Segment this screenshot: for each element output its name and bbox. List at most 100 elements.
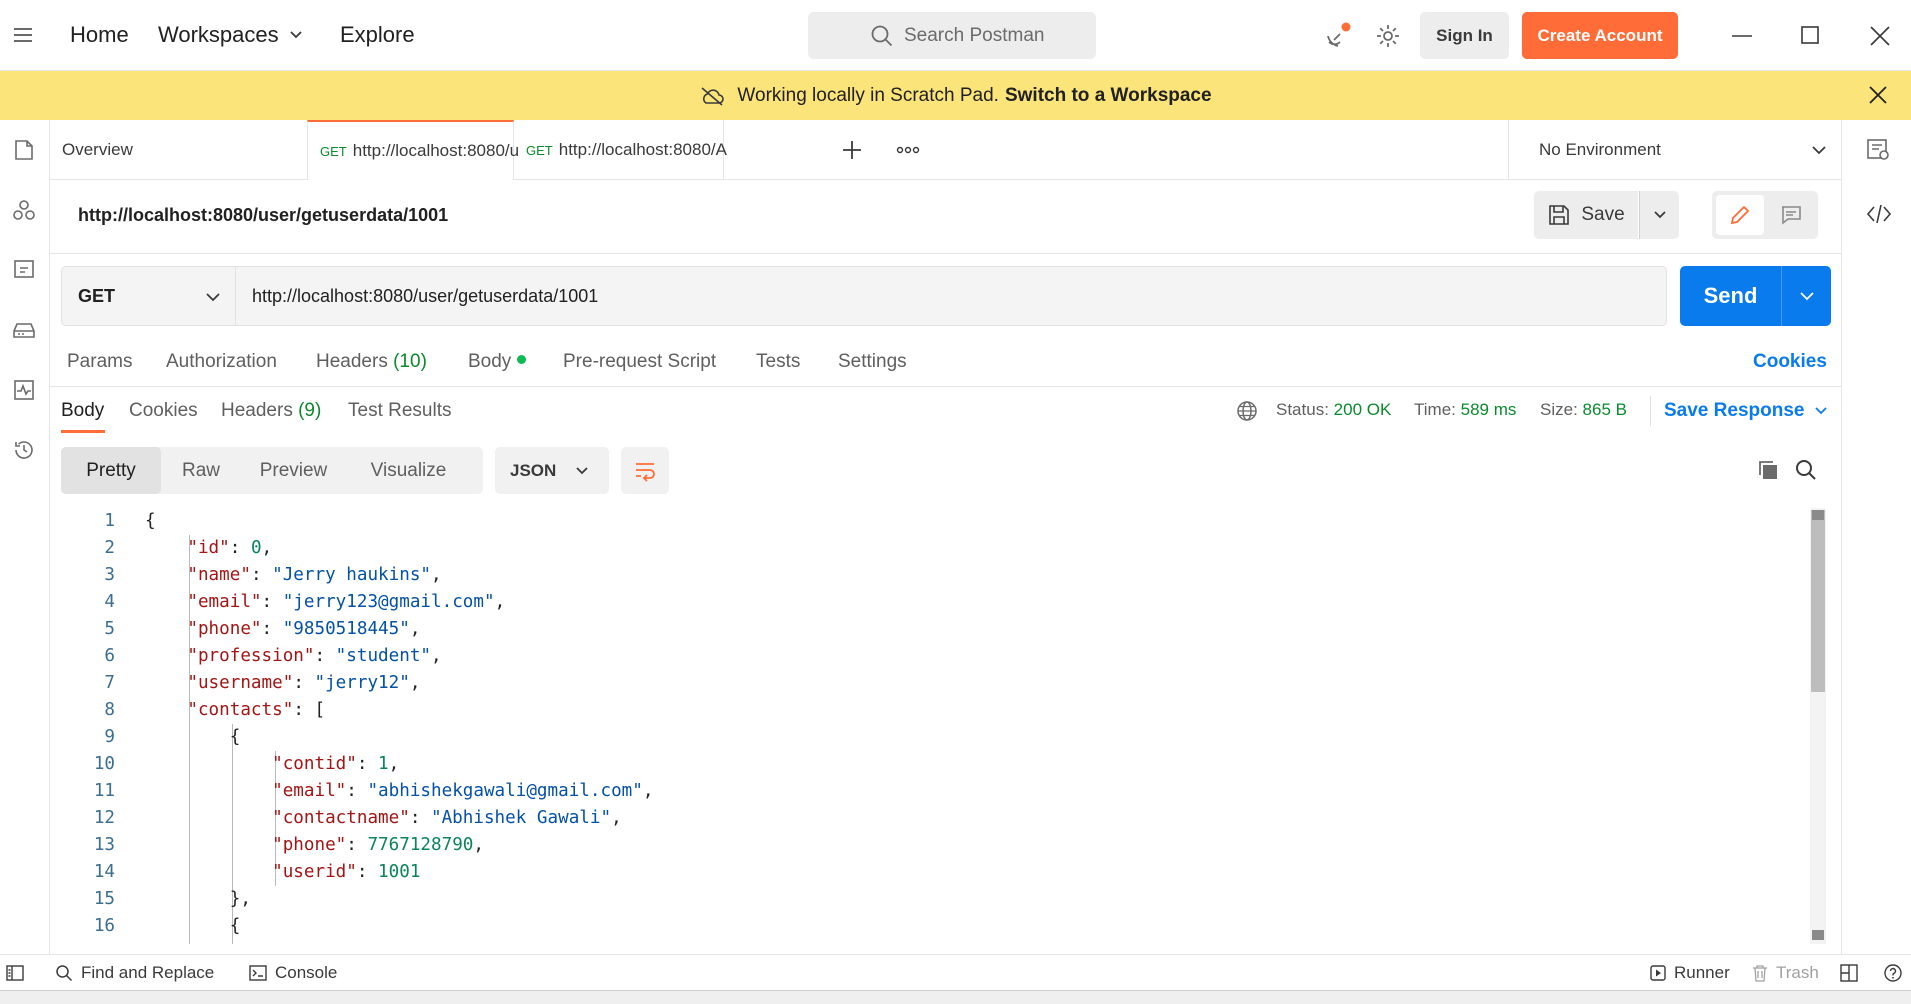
code-text: }, (145, 889, 251, 909)
environment-select[interactable]: No Environment (1508, 120, 1841, 180)
minimize-icon[interactable] (1732, 34, 1752, 38)
code-text: { (145, 511, 156, 531)
response-tab-body[interactable]: Body (61, 400, 104, 422)
status-label: Status: (1276, 400, 1329, 419)
save-options-button[interactable] (1639, 191, 1679, 239)
create-account-button[interactable]: Create Account (1522, 12, 1678, 59)
line-number: 12 (93, 808, 115, 828)
copy-icon[interactable] (1757, 459, 1779, 481)
line-number: 3 (104, 565, 115, 585)
trash-button[interactable]: Trash (1752, 955, 1819, 991)
view-pretty[interactable]: Pretty (61, 447, 161, 494)
code-text: "email": "jerry123@gmail.com", (187, 592, 506, 612)
globe-icon[interactable] (1236, 400, 1258, 422)
method-select[interactable]: GET (62, 267, 236, 325)
send-options-button[interactable] (1782, 288, 1831, 304)
environment-label: No Environment (1539, 140, 1661, 159)
edit-comment-toggle (1712, 191, 1818, 239)
two-pane-view-button[interactable] (1840, 955, 1858, 991)
tab-headers[interactable]: Headers (10) (316, 351, 427, 373)
collections-icon[interactable] (8, 134, 40, 166)
nav-workspaces[interactable]: Workspaces (158, 22, 303, 48)
tab-prerequest-script[interactable]: Pre-request Script (563, 351, 716, 373)
history-icon[interactable] (8, 434, 40, 466)
tab-settings[interactable]: Settings (838, 351, 907, 373)
cloud-off-icon (699, 86, 725, 106)
code-snippet-icon[interactable] (1866, 204, 1892, 224)
toggle-sidebar-button[interactable] (6, 955, 24, 991)
search-bar[interactable]: Search Postman (808, 12, 1096, 59)
response-size: Size: 865 B (1540, 400, 1627, 420)
line-number: 14 (93, 862, 115, 882)
console-icon (249, 965, 267, 981)
chevron-down-icon (1814, 404, 1828, 418)
tab-body[interactable]: Body (468, 351, 527, 373)
line-number: 2 (104, 538, 115, 558)
send-button[interactable]: Send (1680, 283, 1781, 309)
find-and-replace-button[interactable]: Find and Replace (55, 955, 214, 991)
menu-icon[interactable] (12, 24, 34, 46)
tab-request-1[interactable]: GET http://localhost:8080/u (307, 120, 519, 180)
response-tab-headers[interactable]: Headers (9) (221, 400, 321, 422)
scroll-up-arrow[interactable] (1812, 510, 1824, 520)
more-tabs-icon[interactable] (896, 146, 920, 154)
view-raw[interactable]: Raw (161, 447, 241, 494)
format-select[interactable]: JSON (495, 447, 609, 494)
console-button[interactable]: Console (249, 955, 337, 991)
switch-workspace-link[interactable]: Switch to a Workspace (1005, 85, 1212, 107)
mock-servers-icon[interactable] (8, 314, 40, 346)
environments-icon[interactable] (8, 254, 40, 286)
code-text: "contid": 1, (272, 754, 400, 774)
active-tab-underline (61, 430, 105, 433)
code-text: "name": "Jerry haukins", (187, 565, 442, 585)
status-value: 200 OK (1333, 400, 1392, 419)
view-preview[interactable]: Preview (241, 447, 346, 494)
request-title[interactable]: http://localhost:8080/user/getuserdata/1… (78, 205, 448, 226)
left-sidebar (0, 120, 50, 954)
body-indicator-dot (517, 355, 527, 365)
code-text: "email": "abhishekgawali@gmail.com", (272, 781, 654, 801)
tab-method-label: GET (320, 143, 347, 159)
runner-label: Runner (1674, 963, 1730, 982)
url-input[interactable]: http://localhost:8080/user/getuserdata/1… (252, 267, 598, 325)
maximize-icon[interactable] (1801, 26, 1819, 44)
code-text: "id": 0, (187, 538, 273, 558)
scrollbar-thumb[interactable] (1811, 510, 1825, 692)
scroll-down-arrow[interactable] (1812, 930, 1824, 940)
close-banner-icon[interactable] (1868, 85, 1888, 105)
tab-tests[interactable]: Tests (756, 351, 800, 373)
search-icon[interactable] (1795, 459, 1817, 481)
monitors-icon[interactable] (8, 374, 40, 406)
save-response-button[interactable]: Save Response (1664, 400, 1828, 422)
wrap-lines-button[interactable] (621, 447, 669, 494)
edit-mode-button[interactable] (1716, 195, 1764, 235)
response-tab-test-results[interactable]: Test Results (348, 400, 451, 422)
banner-text: Working locally in Scratch Pad. (737, 84, 999, 106)
tab-overview[interactable]: Overview (50, 120, 307, 180)
view-visualize[interactable]: Visualize (346, 447, 471, 494)
apis-icon[interactable] (8, 194, 40, 226)
close-window-icon[interactable] (1870, 26, 1890, 46)
divider (50, 253, 1841, 254)
response-view-segmented: Pretty Raw Preview Visualize (61, 447, 483, 494)
new-tab-plus-icon[interactable] (841, 139, 863, 161)
chevron-down-icon (205, 289, 221, 305)
environment-quick-look-icon[interactable] (1866, 138, 1892, 162)
response-tab-headers-label: Headers (221, 400, 293, 421)
tab-params[interactable]: Params (67, 351, 132, 373)
runner-button[interactable]: Runner (1650, 955, 1730, 991)
comments-button[interactable] (1768, 195, 1814, 235)
tab-authorization[interactable]: Authorization (166, 351, 277, 373)
save-button[interactable]: Save (1534, 191, 1638, 239)
nav-explore[interactable]: Explore (340, 22, 415, 48)
gear-icon[interactable] (1374, 22, 1402, 50)
help-button[interactable] (1884, 955, 1902, 991)
sign-in-button[interactable]: Sign In (1420, 12, 1509, 59)
satellite-sync-icon[interactable] (1324, 22, 1352, 50)
response-tab-cookies[interactable]: Cookies (129, 400, 198, 422)
code-text: "contactname": "Abhishek Gawali", (272, 808, 622, 828)
nav-home[interactable]: Home (70, 22, 129, 48)
response-body-editor[interactable]: 1{2 "id": 0, 3 "name": "Jerry haukins", 4 … (61, 508, 1809, 944)
tab-request-2[interactable]: GET http://localhost:8080/A (514, 120, 727, 180)
cookies-link[interactable]: Cookies (1753, 351, 1827, 373)
